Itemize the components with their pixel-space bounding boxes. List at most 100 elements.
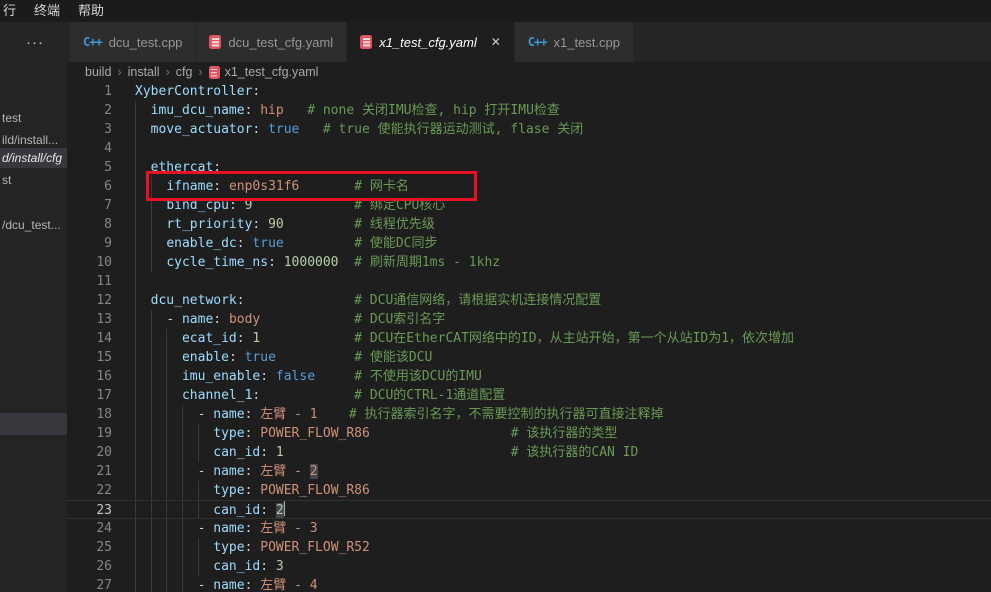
code-line-7[interactable]: 7 bind_cpu: 9 # 绑定CPU核心 — [67, 196, 991, 215]
indent-guide — [135, 196, 136, 215]
code-token: POWER_FLOW_R52 — [260, 540, 370, 555]
sidebar-row-2[interactable]: ild/install... — [0, 130, 67, 150]
indent-guide — [151, 501, 152, 518]
code-token: # DCU在EtherCAT网络中的ID，从主站开始，第一个从站ID为1，依次增… — [354, 331, 794, 346]
line-number: 19 — [67, 424, 135, 443]
code-line-16[interactable]: 16 imu_enable: false # 不使用该DCU的IMU — [67, 367, 991, 386]
code-line-21[interactable]: 21 - name: 左臂 - 2 — [67, 462, 991, 481]
code-line-2[interactable]: 2 imu_dcu_name: hip # none 关闭IMU检查, hip … — [67, 101, 991, 120]
code-token: # DCU索引名字 — [354, 312, 445, 327]
code-token: move_actuator — [151, 122, 253, 137]
tab-dcu_test_cfg.yaml[interactable]: dcu_test_cfg.yaml — [196, 22, 347, 62]
sidebar-row-6[interactable] — [0, 413, 67, 435]
code-line-10[interactable]: 10 cycle_time_ns: 1000000 # 刷新周期1ms - 1k… — [67, 253, 991, 272]
code-line-27[interactable]: 27 - name: 左臂 - 4 — [67, 576, 991, 592]
code-token — [299, 179, 354, 194]
indent-guide — [182, 424, 183, 443]
indent-guide — [135, 253, 136, 272]
tab-label: x1_test.cpp — [553, 35, 620, 50]
code-line-22[interactable]: 22 type: POWER_FLOW_R86 — [67, 481, 991, 500]
code-line-19[interactable]: 19 type: POWER_FLOW_R86 # 该执行器的类型 — [67, 424, 991, 443]
code-token: 左臂 - 1 — [260, 407, 317, 422]
line-number: 23 — [67, 501, 135, 518]
code-line-5[interactable]: 5 ethercat: — [67, 158, 991, 177]
indent-guide — [182, 443, 183, 462]
code-token — [135, 350, 182, 365]
line-number: 20 — [67, 443, 135, 462]
code-line-15[interactable]: 15 enable: true # 使能该DCU — [67, 348, 991, 367]
code-line-8[interactable]: 8 rt_priority: 90 # 线程优先级 — [67, 215, 991, 234]
code-line-14[interactable]: 14 ecat_id: 1 # DCU在EtherCAT网络中的ID，从主站开始… — [67, 329, 991, 348]
code-token — [135, 293, 151, 308]
code-token: # 线程优先级 — [354, 217, 435, 232]
code-token: 左臂 - — [260, 464, 309, 479]
indent-guide — [166, 329, 167, 348]
line-number: 26 — [67, 557, 135, 576]
menu-item-行[interactable]: 行 — [0, 0, 25, 22]
breadcrumb-segment-install[interactable]: install — [128, 65, 160, 79]
code-token: false — [276, 369, 315, 384]
more-actions-icon[interactable]: ··· — [0, 22, 70, 62]
code-line-6[interactable]: 6 ifname: enp0s31f6 # 网卡名 — [67, 177, 991, 196]
code-line-12[interactable]: 12 dcu_network: # DCU通信网络，请根据实机连接情况配置 — [67, 291, 991, 310]
code-line-25[interactable]: 25 type: POWER_FLOW_R52 — [67, 538, 991, 557]
line-number: 25 — [67, 538, 135, 557]
line-content: move_actuator: true # true 使能执行器运动测试, fl… — [135, 120, 991, 139]
line-content: channel_1: # DCU的CTRL-1通道配置 — [135, 386, 991, 405]
code-token: 3 — [276, 559, 284, 574]
code-token: : — [260, 445, 276, 460]
indent-guide — [166, 462, 167, 481]
code-line-24[interactable]: 24 - name: 左臂 - 3 — [67, 519, 991, 538]
code-token — [135, 122, 151, 137]
breadcrumb-segment-cfg[interactable]: cfg — [176, 65, 193, 79]
code-token: enable — [182, 350, 229, 365]
code-line-1[interactable]: 1XyberController: — [67, 82, 991, 101]
code-line-9[interactable]: 9 enable_dc: true # 使能DC同步 — [67, 234, 991, 253]
code-line-17[interactable]: 17 channel_1: # DCU的CTRL-1通道配置 — [67, 386, 991, 405]
line-number: 24 — [67, 519, 135, 538]
indent-guide — [166, 348, 167, 367]
code-token: dcu_network — [151, 293, 237, 308]
line-content: - name: 左臂 - 3 — [135, 519, 991, 538]
code-token: : — [245, 464, 261, 479]
tab-x1_test.cpp[interactable]: C++x1_test.cpp — [515, 22, 634, 62]
code-token — [284, 445, 511, 460]
indent-guide — [151, 386, 152, 405]
code-token: : — [213, 179, 229, 194]
code-token — [318, 407, 349, 422]
code-line-11[interactable]: 11 — [67, 272, 991, 291]
menu-item-帮助[interactable]: 帮助 — [69, 0, 113, 22]
code-token: type — [213, 540, 244, 555]
tab-x1_test_cfg.yaml[interactable]: x1_test_cfg.yaml✕ — [347, 22, 515, 62]
code-line-3[interactable]: 3 move_actuator: true # true 使能执行器运动测试, … — [67, 120, 991, 139]
line-content: dcu_network: # DCU通信网络，请根据实机连接情况配置 — [135, 291, 991, 310]
indent-guide — [151, 367, 152, 386]
code-line-13[interactable]: 13 - name: body # DCU索引名字 — [67, 310, 991, 329]
sidebar-row-1[interactable]: test — [0, 108, 67, 128]
code-line-18[interactable]: 18 - name: 左臂 - 1 # 执行器索引名字，不需要控制的执行器可直接… — [67, 405, 991, 424]
code-token: : — [245, 103, 261, 118]
code-line-4[interactable]: 4 — [67, 139, 991, 158]
code-line-20[interactable]: 20 can_id: 1 # 该执行器的CAN ID — [67, 443, 991, 462]
code-token — [276, 350, 354, 365]
code-token: # DCU通信网络，请根据实机连接情况配置 — [354, 293, 601, 308]
menu-item-终端[interactable]: 终端 — [25, 0, 69, 22]
code-token: imu_dcu_name — [151, 103, 245, 118]
code-token: # none 关闭IMU检查, hip 打开IMU检查 — [307, 103, 560, 118]
breadcrumb-segment-build[interactable]: build — [85, 65, 111, 79]
code-line-23[interactable]: 23 can_id: 2 — [67, 500, 991, 519]
sidebar-row-4[interactable]: st — [0, 170, 67, 190]
indent-guide — [198, 557, 199, 576]
code-editor[interactable]: 1XyberController:2 imu_dcu_name: hip # n… — [67, 82, 991, 592]
tab-dcu_test.cpp[interactable]: C++dcu_test.cpp — [70, 22, 196, 62]
line-number: 3 — [67, 120, 135, 139]
close-icon[interactable]: ✕ — [491, 36, 501, 48]
indent-guide — [135, 386, 136, 405]
line-content: ethercat: — [135, 158, 991, 177]
code-line-26[interactable]: 26 can_id: 3 — [67, 557, 991, 576]
breadcrumb-file[interactable]: x1_test_cfg.yaml — [225, 65, 319, 79]
sidebar-row-5[interactable]: /dcu_test... — [0, 215, 67, 235]
sidebar-row-3[interactable]: d/install/cfg — [0, 148, 67, 168]
indent-guide — [151, 538, 152, 557]
indent-guide — [151, 519, 152, 538]
